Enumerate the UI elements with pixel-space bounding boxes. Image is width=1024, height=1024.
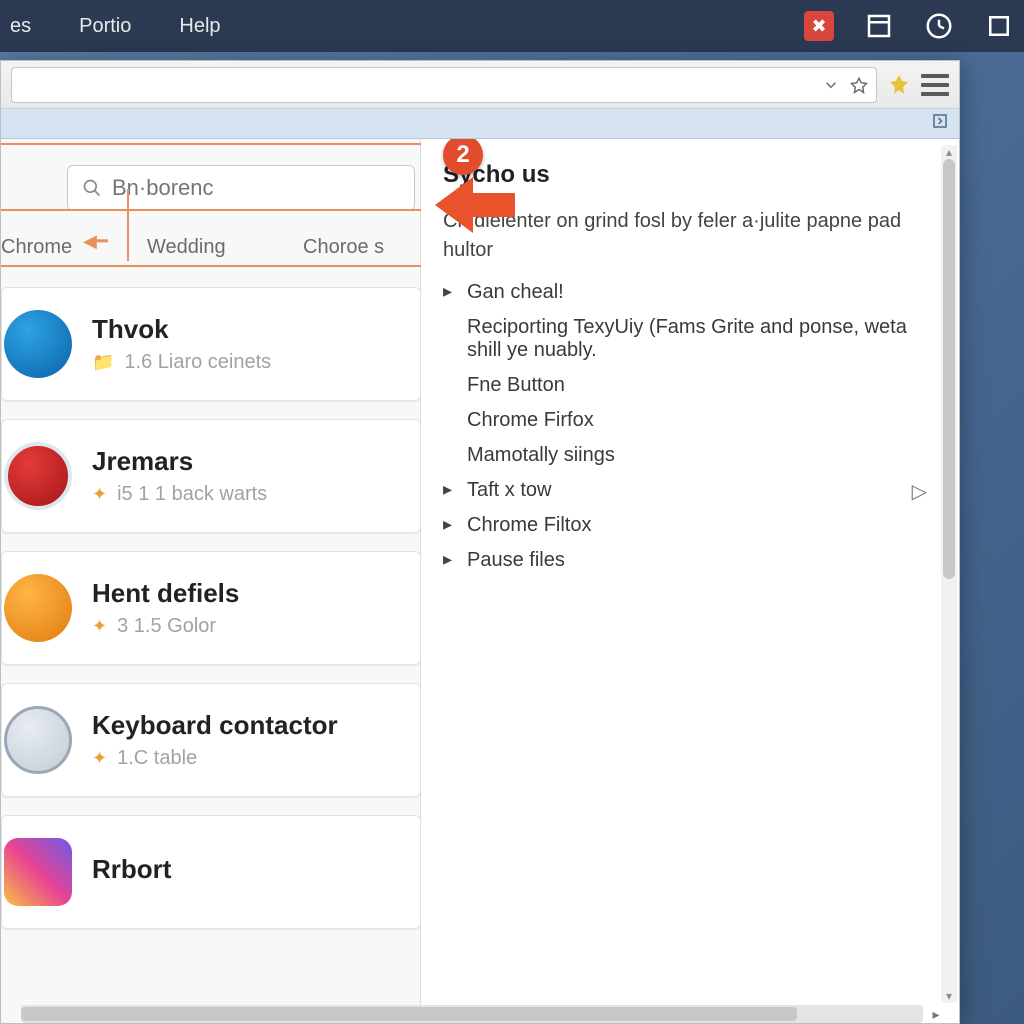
info-bar: [1, 109, 959, 139]
browser-window: 2 Can o ◀━ Chrome Wedding Choroe: [0, 60, 960, 1024]
help-item: Reciporting TexyUiy (Fams Grite and pons…: [443, 310, 941, 368]
extension-title: Thvok: [92, 314, 402, 345]
help-title: Sycho us: [443, 161, 941, 189]
extension-card[interactable]: Keyboard contactor ✦1.C table: [1, 683, 421, 797]
clock-icon[interactable]: [924, 11, 954, 41]
help-intro: Ch dielenter on grind fosl by feler a·ju…: [443, 207, 941, 265]
extension-card[interactable]: Hent defiels ✦3 1.5 Golor: [1, 551, 421, 665]
extension-subtitle: ✦i5 1 1 back warts: [92, 483, 402, 506]
extension-card[interactable]: Thvok 📁1.6 Liaro ceinets: [1, 287, 421, 401]
help-item: Mamotally siings: [443, 438, 941, 473]
extension-card[interactable]: Rrbort: [1, 815, 421, 929]
help-item[interactable]: Taft x tow: [443, 473, 941, 508]
extension-icon: [4, 838, 72, 906]
scroll-right-icon[interactable]: ▸: [927, 1005, 945, 1023]
annotation-arrow-icon: [433, 173, 515, 242]
extension-title: Rrbort: [92, 854, 402, 885]
menu-item[interactable]: es: [10, 15, 31, 38]
search-field[interactable]: [112, 175, 400, 201]
search-icon: [82, 178, 102, 198]
annotation-tick: [127, 189, 129, 261]
bookmark-star-icon[interactable]: [850, 76, 868, 94]
help-panel: Sycho us Ch dielenter on grind fosl by f…: [421, 139, 959, 1023]
window-icon[interactable]: [864, 11, 894, 41]
scroll-thumb[interactable]: [943, 159, 955, 579]
scroll-down-icon[interactable]: ▾: [941, 989, 957, 1003]
extension-subtitle: ✦1.C table: [92, 747, 402, 770]
tab-choroe[interactable]: Choroe s: [303, 236, 384, 259]
address-bar: [1, 61, 959, 109]
expand-panel-icon[interactable]: [931, 112, 949, 135]
dropdown-icon[interactable]: [822, 76, 840, 94]
tab-chrome[interactable]: Chrome: [1, 236, 72, 259]
scroll-up-icon[interactable]: ▴: [941, 145, 957, 159]
extension-title: Jremars: [92, 446, 402, 477]
scroll-thumb[interactable]: [21, 1007, 797, 1021]
system-menubar: es Portio Help ✖: [0, 0, 1024, 52]
extension-card[interactable]: Jremars ✦i5 1 1 back warts: [1, 419, 421, 533]
system-tray-icon[interactable]: ✖: [804, 11, 834, 41]
help-item[interactable]: Pause files: [443, 543, 941, 578]
search-input[interactable]: [67, 165, 415, 211]
maximize-icon[interactable]: [984, 11, 1014, 41]
annotation-small-arrow-icon: ◀━: [83, 231, 108, 252]
help-item: Chrome Firfox: [443, 403, 941, 438]
vertical-scrollbar[interactable]: ▴ ▾: [941, 145, 957, 1003]
extension-title: Hent defiels: [92, 578, 402, 609]
help-item: Fne Button: [443, 368, 941, 403]
extension-subtitle: 📁1.6 Liaro ceinets: [92, 351, 402, 374]
extension-subtitle: ✦3 1.5 Golor: [92, 615, 402, 638]
extension-icon: [4, 574, 72, 642]
tab-wedding[interactable]: Wedding: [147, 236, 226, 259]
hamburger-menu-icon[interactable]: [921, 74, 949, 96]
help-item[interactable]: Gan cheal!: [443, 275, 941, 310]
extension-icon: [4, 310, 72, 378]
extension-icon: [4, 442, 72, 510]
extension-title: Keyboard contactor: [92, 710, 402, 741]
menu-item[interactable]: Help: [179, 15, 220, 38]
horizontal-scrollbar[interactable]: ▸: [21, 1005, 923, 1023]
addon-icon[interactable]: [887, 73, 911, 97]
help-item[interactable]: Chrome Filtox: [443, 508, 941, 543]
tab-row: ◀━ Chrome Wedding Choroe s: [1, 227, 421, 267]
url-field[interactable]: [11, 67, 877, 103]
extensions-panel: 2 Can o ◀━ Chrome Wedding Choroe: [1, 139, 421, 1023]
menu-item[interactable]: Portio: [79, 15, 131, 38]
extension-icon: [4, 706, 72, 774]
